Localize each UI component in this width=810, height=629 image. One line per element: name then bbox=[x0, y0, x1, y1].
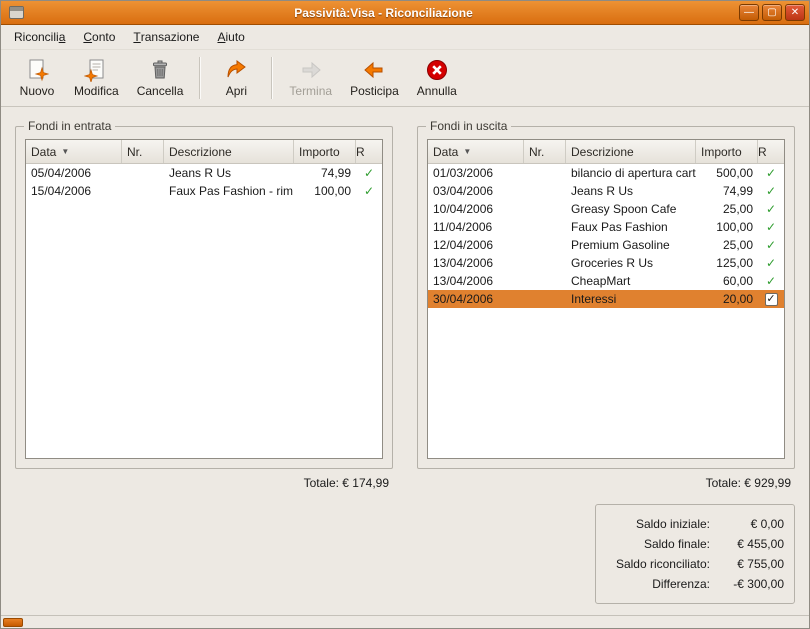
cancel-button[interactable]: Annulla bbox=[408, 55, 466, 101]
table-row[interactable]: 13/04/2006 CheapMart 60,00 ✓ bbox=[428, 272, 784, 290]
funds-in-table: Data▼ Nr. Descrizione Importo R 05/04/20… bbox=[25, 139, 383, 459]
table-row[interactable]: 12/04/2006 Premium Gasoline 25,00 ✓ bbox=[428, 236, 784, 254]
minimize-button[interactable]: — bbox=[739, 4, 759, 21]
column-header-amount[interactable]: Importo bbox=[294, 140, 356, 163]
reconcile-window: Passività:Visa - Riconciliazione — ▢ ✕ R… bbox=[0, 0, 810, 629]
check-icon: ✓ bbox=[766, 184, 776, 198]
differenza-label: Differenza: bbox=[652, 574, 710, 594]
table-row[interactable]: 15/04/2006 Faux Pas Fashion - rim 100,00… bbox=[26, 182, 382, 200]
window-controls: — ▢ ✕ bbox=[739, 4, 805, 21]
menu-transazione[interactable]: Transazione bbox=[124, 25, 208, 49]
check-icon: ✓ bbox=[364, 184, 374, 198]
new-button[interactable]: Nuovo bbox=[9, 55, 65, 101]
check-icon: ✓ bbox=[364, 166, 374, 180]
table-row-selected[interactable]: 30/04/2006 Interessi 20,00 ✓ bbox=[428, 290, 784, 308]
postpone-button[interactable]: Posticipa bbox=[341, 55, 408, 101]
funds-in-pane: Fondi in entrata Data▼ Nr. Descrizione I… bbox=[15, 117, 393, 604]
table-row[interactable]: 01/03/2006 bilancio di apertura carta 50… bbox=[428, 164, 784, 182]
table-row[interactable]: 10/04/2006 Greasy Spoon Cafe 25,00 ✓ bbox=[428, 200, 784, 218]
toolbar-separator bbox=[199, 57, 201, 99]
check-icon: ✓ bbox=[766, 274, 776, 288]
check-icon: ✓ bbox=[766, 256, 776, 270]
menu-aiuto[interactable]: Aiuto bbox=[208, 25, 253, 49]
close-button[interactable]: ✕ bbox=[785, 4, 805, 21]
check-icon: ✓ bbox=[766, 202, 776, 216]
table-row[interactable]: 03/04/2006 Jeans R Us 74,99 ✓ bbox=[428, 182, 784, 200]
new-icon bbox=[25, 58, 49, 82]
differenza-value: -€ 300,00 bbox=[710, 574, 784, 594]
funds-in-frame: Fondi in entrata Data▼ Nr. Descrizione I… bbox=[15, 126, 393, 469]
column-header-desc[interactable]: Descrizione bbox=[164, 140, 294, 163]
postpone-icon bbox=[362, 58, 386, 82]
funds-out-total: Totale: € 929,99 bbox=[417, 469, 795, 490]
menu-riconcilia[interactable]: Riconcilia bbox=[5, 25, 74, 49]
maximize-button[interactable]: ▢ bbox=[762, 4, 782, 21]
open-icon bbox=[224, 58, 248, 82]
window-bottom-edge bbox=[1, 615, 809, 628]
column-header-amount[interactable]: Importo bbox=[696, 140, 758, 163]
funds-in-total: Totale: € 174,99 bbox=[15, 469, 393, 490]
main-content: Fondi in entrata Data▼ Nr. Descrizione I… bbox=[1, 107, 809, 615]
menu-conto[interactable]: Conto bbox=[74, 25, 124, 49]
saldo-riconciliato-value: € 755,00 bbox=[710, 554, 784, 574]
column-header-nr[interactable]: Nr. bbox=[524, 140, 566, 163]
delete-button[interactable]: Cancella bbox=[128, 55, 193, 101]
column-header-r[interactable]: R bbox=[758, 140, 784, 163]
open-button[interactable]: Apri bbox=[208, 55, 264, 101]
funds-out-frame: Fondi in uscita Data▼ Nr. Descrizione Im… bbox=[417, 126, 795, 469]
trash-icon bbox=[148, 58, 172, 82]
toolbar: Nuovo Modifica Cancella Apri Termina Pos… bbox=[1, 50, 809, 107]
saldo-iniziale-value: € 0,00 bbox=[710, 514, 784, 534]
edit-icon bbox=[84, 58, 108, 82]
finish-button: Termina bbox=[280, 55, 341, 101]
table-row[interactable]: 13/04/2006 Groceries R Us 125,00 ✓ bbox=[428, 254, 784, 272]
column-header-date[interactable]: Data▼ bbox=[428, 140, 524, 163]
finish-icon bbox=[299, 58, 323, 82]
funds-out-pane: Fondi in uscita Data▼ Nr. Descrizione Im… bbox=[417, 117, 795, 604]
edit-button[interactable]: Modifica bbox=[65, 55, 128, 101]
table-row[interactable]: 11/04/2006 Faux Pas Fashion 100,00 ✓ bbox=[428, 218, 784, 236]
cancel-icon bbox=[425, 58, 449, 82]
funds-out-label: Fondi in uscita bbox=[426, 119, 511, 133]
funds-in-header: Data▼ Nr. Descrizione Importo R bbox=[26, 140, 382, 164]
toolbar-separator bbox=[271, 57, 273, 99]
check-icon: ✓ bbox=[766, 220, 776, 234]
saldo-finale-label: Saldo finale: bbox=[644, 534, 710, 554]
saldo-riconciliato-label: Saldo riconciliato: bbox=[616, 554, 710, 574]
balance-summary: Saldo iniziale: € 0,00 Saldo finale: € 4… bbox=[595, 504, 795, 604]
saldo-finale-value: € 455,00 bbox=[710, 534, 784, 554]
table-row[interactable]: 05/04/2006 Jeans R Us 74,99 ✓ bbox=[26, 164, 382, 182]
saldo-iniziale-label: Saldo iniziale: bbox=[636, 514, 710, 534]
column-header-r[interactable]: R bbox=[356, 140, 382, 163]
sort-arrow-icon: ▼ bbox=[463, 147, 471, 156]
funds-out-table: Data▼ Nr. Descrizione Importo R 01/03/20… bbox=[427, 139, 785, 459]
column-header-date[interactable]: Data▼ bbox=[26, 140, 122, 163]
funds-out-header: Data▼ Nr. Descrizione Importo R bbox=[428, 140, 784, 164]
window-menu-icon[interactable] bbox=[9, 6, 24, 19]
check-icon: ✓ bbox=[766, 238, 776, 252]
sort-arrow-icon: ▼ bbox=[61, 147, 69, 156]
column-header-nr[interactable]: Nr. bbox=[122, 140, 164, 163]
checkbox-checked-icon[interactable]: ✓ bbox=[765, 293, 778, 306]
funds-in-label: Fondi in entrata bbox=[24, 119, 115, 133]
window-title: Passività:Visa - Riconciliazione bbox=[28, 6, 739, 20]
check-icon: ✓ bbox=[766, 166, 776, 180]
menubar: Riconcilia Conto Transazione Aiuto bbox=[1, 25, 809, 50]
column-header-desc[interactable]: Descrizione bbox=[566, 140, 696, 163]
titlebar: Passività:Visa - Riconciliazione — ▢ ✕ bbox=[1, 1, 809, 25]
resize-grip[interactable] bbox=[3, 618, 23, 627]
